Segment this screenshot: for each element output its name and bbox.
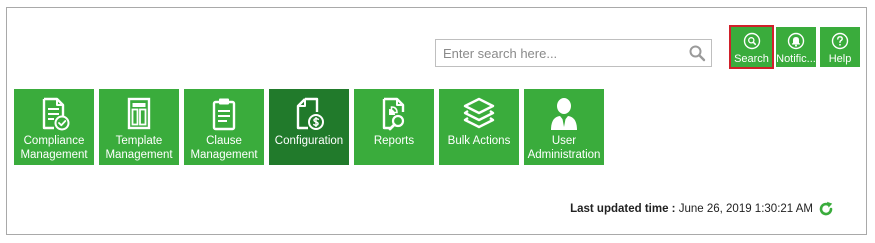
help-icon (831, 32, 849, 50)
last-updated-value: June 26, 2019 1:30:21 AM (678, 203, 813, 215)
tile-label-line-1: Bulk Actions (447, 135, 511, 147)
notifications-button-label: Notific... (776, 53, 816, 65)
refresh-icon[interactable] (818, 201, 834, 217)
report-search-icon (382, 97, 405, 131)
notifications-button[interactable]: Notific... (776, 27, 816, 67)
search-button-label: Search (734, 53, 769, 65)
tile-label-line-1: Template (115, 135, 163, 147)
help-button-label: Help (828, 53, 852, 65)
bell-icon (787, 32, 805, 50)
tile-user-administration[interactable]: User Administration (524, 89, 604, 165)
tile-template-management[interactable]: Template Management (99, 89, 179, 165)
help-button[interactable]: Help (820, 27, 860, 67)
tile-clause-management[interactable]: Clause Management (184, 89, 264, 165)
search-button[interactable]: Search (729, 25, 774, 69)
tile-bulk-actions[interactable]: Bulk Actions (439, 89, 519, 165)
tile-label-line-1: Compliance (23, 135, 85, 147)
tile-label-line-1: User (551, 135, 577, 147)
tile-configuration[interactable]: Configuration (269, 89, 349, 165)
last-updated-label: Last updated time : (570, 203, 676, 215)
search-icon (743, 32, 760, 50)
configuration-document-icon (296, 97, 324, 130)
tile-label-line-1: Reports (373, 135, 415, 147)
user-admin-icon (551, 98, 577, 130)
tile-reports[interactable]: Reports (354, 89, 434, 165)
tile-compliance-management[interactable]: Compliance Management (14, 89, 94, 165)
tile-label-line-1: Configuration (274, 135, 344, 147)
tile-label-line-2: Management (190, 149, 258, 161)
clipboard-icon (212, 98, 236, 131)
template-icon (127, 97, 151, 130)
tile-label-line-2: Administration (527, 149, 601, 161)
search-icon[interactable] (688, 44, 706, 62)
compliance-document-icon (42, 97, 70, 131)
last-updated-status: Last updated time : June 26, 2019 1:30:2… (570, 203, 813, 215)
tile-label-line-2: Management (20, 149, 88, 161)
tile-label-line-1: Clause (206, 135, 242, 147)
search-bar[interactable] (435, 39, 712, 67)
search-input[interactable] (436, 40, 686, 66)
tile-label-line-2: Management (105, 149, 173, 161)
layers-icon (463, 97, 495, 129)
